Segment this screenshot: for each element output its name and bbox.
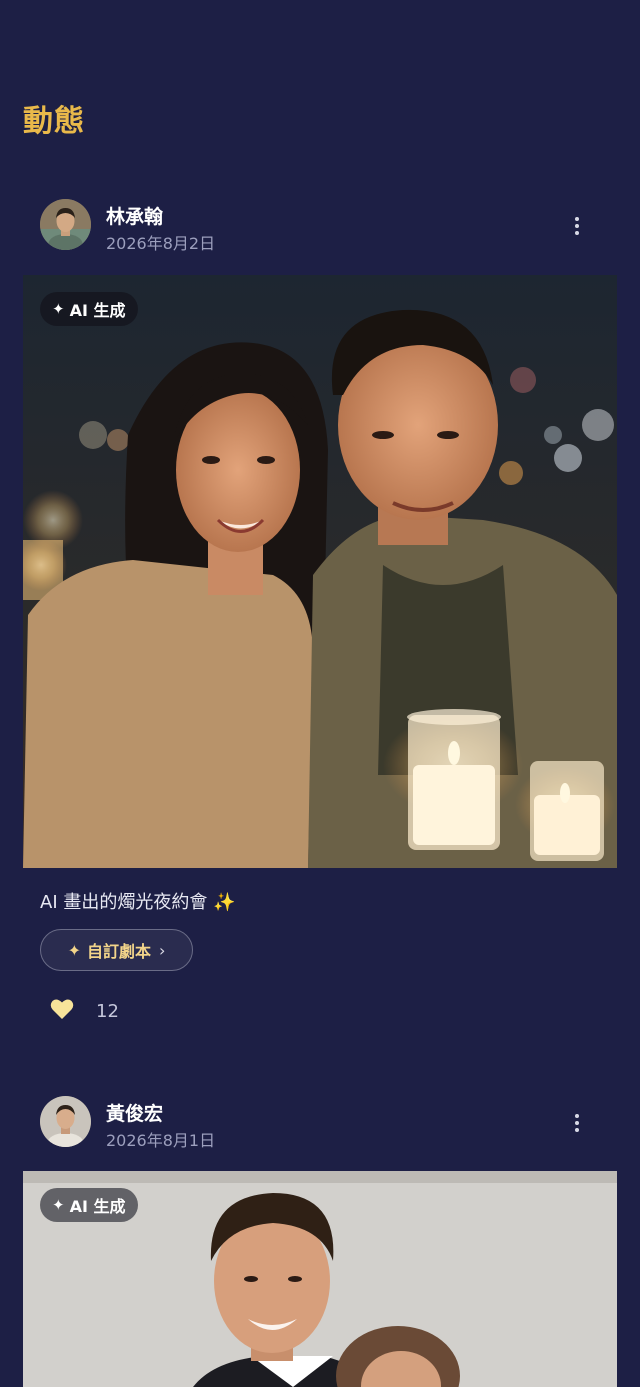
ai-badge-label: AI 生成 bbox=[69, 1197, 126, 1216]
custom-script-label: 自訂劇本 bbox=[86, 942, 151, 961]
more-vertical-icon bbox=[575, 217, 579, 221]
feed-post: 黃俊宏 2026年8月1日 ✦ AI 生成 bbox=[0, 1096, 640, 1387]
avatar[interactable] bbox=[40, 199, 91, 250]
post-caption: AI 畫出的燭光夜約會 ✨ bbox=[40, 892, 236, 913]
avatar[interactable] bbox=[40, 1096, 91, 1147]
sparkle-icon: ✦ bbox=[52, 1196, 65, 1214]
post-header: 林承翰 2026年8月2日 bbox=[40, 199, 600, 253]
feed-post: 林承翰 2026年8月2日 ✦ AI 生成 AI 畫出的燭光夜約會 ✨ ✦ 自訂… bbox=[0, 199, 640, 1039]
page-title: 動態 bbox=[23, 104, 85, 139]
post-header: 黃俊宏 2026年8月1日 bbox=[40, 1096, 600, 1150]
ai-badge-label: AI 生成 bbox=[69, 301, 126, 320]
sparkle-icon: ✦ bbox=[67, 940, 81, 960]
like-row: 12 bbox=[50, 997, 119, 1025]
like-count: 12 bbox=[96, 1000, 119, 1022]
custom-script-button[interactable]: ✦ 自訂劇本 › bbox=[40, 929, 193, 971]
ai-generated-badge: ✦ AI 生成 bbox=[40, 292, 138, 326]
author-name[interactable]: 林承翰 bbox=[106, 202, 163, 229]
sparkle-icon: ✦ bbox=[52, 300, 65, 318]
heart-icon[interactable] bbox=[50, 998, 74, 1024]
post-date: 2026年8月1日 bbox=[106, 1131, 216, 1150]
ai-generated-badge: ✦ AI 生成 bbox=[40, 1188, 138, 1222]
chevron-right-icon: › bbox=[159, 940, 166, 960]
more-vertical-icon bbox=[575, 1114, 579, 1118]
post-image[interactable]: ✦ AI 生成 bbox=[23, 275, 617, 868]
post-date: 2026年8月2日 bbox=[106, 234, 216, 253]
more-options-button[interactable] bbox=[566, 1110, 588, 1136]
post-image[interactable]: ✦ AI 生成 bbox=[23, 1171, 617, 1387]
author-name[interactable]: 黃俊宏 bbox=[106, 1099, 163, 1126]
more-options-button[interactable] bbox=[566, 213, 588, 239]
